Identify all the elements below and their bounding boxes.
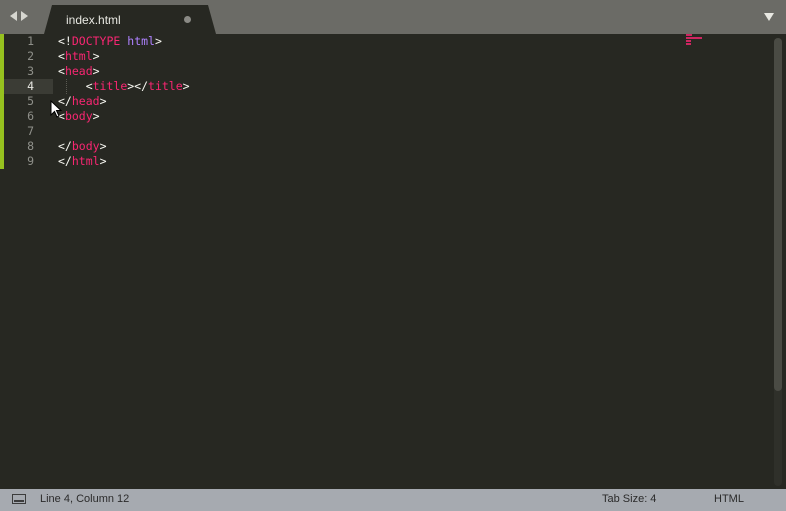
code-editor[interactable]: 1 <!DOCTYPE html> 2 <html> 3 <head> 4 <title><… xyxy=(0,34,786,489)
code-token: DOCTYPE xyxy=(71,34,121,48)
code-text: <title></title> xyxy=(58,79,190,94)
line-number: 5 xyxy=(27,94,34,108)
code-text: <html> xyxy=(58,49,100,64)
code-token: body xyxy=(64,109,93,123)
cursor-position: Line 4, Column 12 xyxy=(40,493,130,505)
code-token: > xyxy=(154,34,162,48)
modified-lines-marker xyxy=(0,34,4,169)
code-token: > xyxy=(99,94,107,108)
arrow-left-icon[interactable] xyxy=(10,11,17,21)
line-number: 9 xyxy=(27,154,34,168)
code-token: body xyxy=(71,139,100,153)
code-token: title xyxy=(148,79,183,93)
tab-index-html[interactable]: index.html xyxy=(44,5,216,34)
panel-toggle-icon[interactable] xyxy=(12,494,26,504)
line-number: 8 xyxy=(27,139,34,153)
code-text: </body> xyxy=(58,139,107,154)
code-text: <body> xyxy=(58,109,100,124)
tab-size-selector[interactable]: Tab Size: 4 xyxy=(602,493,656,505)
code-token: title xyxy=(92,79,128,93)
line-number: 7 xyxy=(27,124,34,138)
code-token: > xyxy=(99,139,107,153)
status-bar: Line 4, Column 12 Tab Size: 4 HTML xyxy=(0,489,786,511)
unsaved-dot-icon[interactable] xyxy=(184,16,191,23)
code-token: > xyxy=(182,79,190,93)
code-text: <!DOCTYPE html> xyxy=(58,34,162,49)
code-token: html xyxy=(127,34,155,48)
code-token: > xyxy=(99,154,107,168)
tab-label: index.html xyxy=(66,13,121,27)
code-token: ></ xyxy=(127,79,149,93)
line-number: 4 xyxy=(27,79,34,93)
scrollbar-thumb[interactable] xyxy=(774,38,782,391)
code-token: html xyxy=(71,154,100,168)
line-number: 2 xyxy=(27,49,34,63)
code-token: < xyxy=(58,49,65,63)
code-text: <head> xyxy=(58,64,100,79)
code-token: html xyxy=(64,49,93,63)
code-token: > xyxy=(92,49,100,63)
code-token: > xyxy=(92,64,100,78)
chevron-down-icon[interactable] xyxy=(764,13,774,21)
code-token: < xyxy=(58,79,93,93)
code-token: head xyxy=(64,64,93,78)
line-number: 6 xyxy=(27,109,34,123)
code-text: </html> xyxy=(58,154,107,169)
tab-navigation xyxy=(10,11,28,21)
code-token: head xyxy=(71,94,100,108)
code-text: </head> xyxy=(58,94,107,109)
code-token: </ xyxy=(58,154,72,168)
code-token: < xyxy=(58,64,65,78)
syntax-selector[interactable]: HTML xyxy=(714,493,744,505)
arrow-right-icon[interactable] xyxy=(21,11,28,21)
line-number: 3 xyxy=(27,64,34,78)
minimap[interactable] xyxy=(686,34,706,54)
code-token: <! xyxy=(58,34,72,48)
code-token: > xyxy=(92,109,100,123)
line-number: 1 xyxy=(27,34,34,48)
code-token: </ xyxy=(58,139,72,153)
tab-bar: index.html xyxy=(0,0,786,34)
